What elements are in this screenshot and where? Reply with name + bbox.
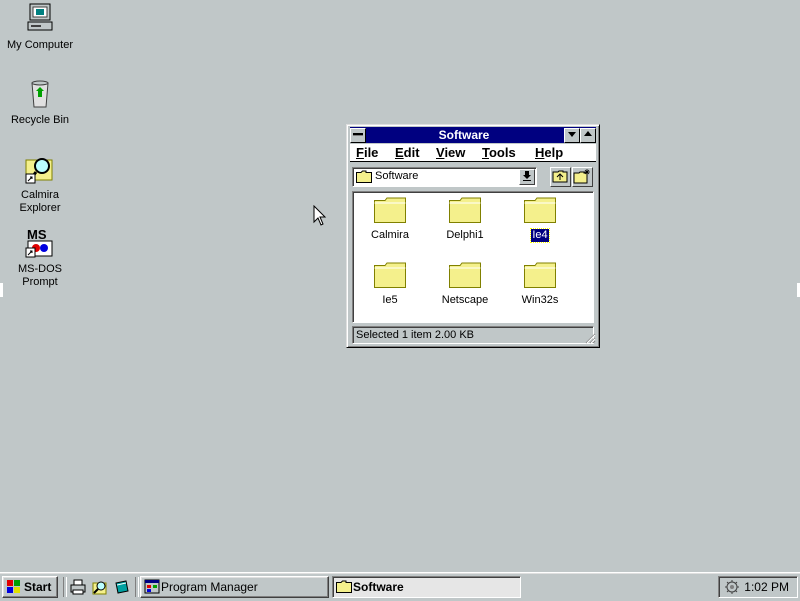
system-tray: 1:02 PM (718, 576, 798, 598)
start-label: Start (24, 580, 52, 594)
folder-icon (336, 580, 352, 593)
window-icon[interactable] (114, 579, 130, 595)
menu-file[interactable]: File (356, 145, 378, 160)
folder-icon (449, 197, 481, 223)
clock[interactable]: 1:02 PM (744, 580, 789, 594)
control-menu-button[interactable] (350, 128, 366, 143)
menu-tools[interactable]: Tools (482, 145, 516, 160)
printer-icon[interactable] (70, 579, 86, 595)
program-manager-icon (144, 579, 160, 594)
folder-icon (356, 170, 372, 183)
quicklaunch-separator (135, 577, 139, 597)
folder-item-label: Win32s (521, 294, 559, 306)
desktop-icon-label: My Computer (6, 39, 74, 51)
start-button[interactable]: Start (2, 576, 58, 598)
task-button-program-manager[interactable]: Program Manager (140, 576, 329, 598)
folder-up-icon (552, 170, 568, 183)
taskbar: Start Program Manager Software 1:02 PM (0, 572, 800, 601)
title-bar[interactable]: Software (350, 127, 596, 143)
folder-item[interactable]: Delphi1 (430, 196, 500, 242)
left-edge-mark (0, 283, 3, 297)
computer-icon (27, 3, 53, 31)
desktop-icon-ms-dos-prompt[interactable]: MS MS-DOS Prompt (0, 226, 80, 289)
software-window[interactable]: Software File Edit View Tools Help Softw… (346, 124, 600, 348)
folder-item[interactable]: Netscape (430, 261, 500, 307)
desktop-icon-recycle-bin[interactable]: Recycle Bin (0, 77, 80, 127)
folder-item-label: Ie4 (530, 228, 550, 243)
desktop-icon-label: Recycle Bin (10, 114, 70, 126)
folder-icon (524, 197, 556, 223)
menu-bar: File Edit View Tools Help (350, 144, 596, 162)
desktop-icon-my-computer[interactable]: My Computer (0, 2, 80, 52)
dropdown-button[interactable] (519, 169, 535, 185)
menu-help[interactable]: Help (535, 145, 563, 160)
ms-dos-icon: MS (25, 227, 53, 258)
menu-edit[interactable]: Edit (395, 145, 420, 160)
mouse-pointer-icon (313, 205, 327, 226)
task-button-software[interactable]: Software (332, 576, 521, 598)
desktop-icon-label: MS-DOS Prompt (18, 263, 62, 288)
folder-select[interactable]: Software (352, 167, 537, 187)
new-folder-icon (573, 169, 590, 184)
menu-view[interactable]: View (436, 145, 465, 160)
svg-text:MS: MS (27, 227, 47, 242)
desktop-icon-label: Calmira Explorer (19, 189, 61, 214)
control-menu-icon (353, 133, 363, 136)
folder-item-label: Delphi1 (446, 229, 484, 241)
status-text: Selected 1 item 2.00 KB (356, 329, 475, 341)
window-title: Software (438, 128, 490, 142)
folder-item-selected[interactable]: Ie4 (505, 196, 575, 243)
folder-icon (374, 197, 406, 223)
folder-item-label: Ie5 (382, 294, 398, 306)
folder-icon (524, 262, 556, 288)
recycle-bin-icon (31, 80, 49, 108)
tray-settings-icon[interactable] (724, 579, 740, 595)
triangle-up-icon (584, 131, 592, 136)
up-one-level-button[interactable] (550, 167, 571, 187)
explorer-icon[interactable] (92, 579, 108, 595)
maximize-button[interactable] (580, 128, 596, 143)
resize-grip-icon[interactable] (584, 332, 596, 344)
quicklaunch-separator (63, 577, 67, 597)
folder-item[interactable]: Calmira (355, 196, 425, 242)
folder-item[interactable]: Win32s (505, 261, 575, 307)
folder-icon (449, 262, 481, 288)
file-list[interactable]: Calmira Delphi1 Ie4 Ie5 Netscape Win32s (352, 191, 594, 323)
folder-item[interactable]: Ie5 (355, 261, 425, 307)
folder-item-label: Calmira (371, 229, 409, 241)
folder-select-value: Software (375, 170, 419, 182)
new-folder-button[interactable] (572, 167, 593, 187)
desktop-icon-calmira-explorer[interactable]: Calmira Explorer (0, 152, 80, 215)
arrow-down-icon (523, 171, 531, 181)
windows-logo-icon (7, 580, 20, 593)
explorer-shortcut-icon (25, 158, 53, 184)
status-bar: Selected 1 item 2.00 KB (352, 326, 594, 344)
task-label: Program Manager (161, 580, 258, 594)
task-label: Software (353, 580, 404, 594)
folder-icon (374, 262, 406, 288)
minimize-button[interactable] (564, 128, 580, 143)
folder-item-label: Netscape (441, 294, 489, 306)
triangle-down-icon (568, 132, 576, 137)
